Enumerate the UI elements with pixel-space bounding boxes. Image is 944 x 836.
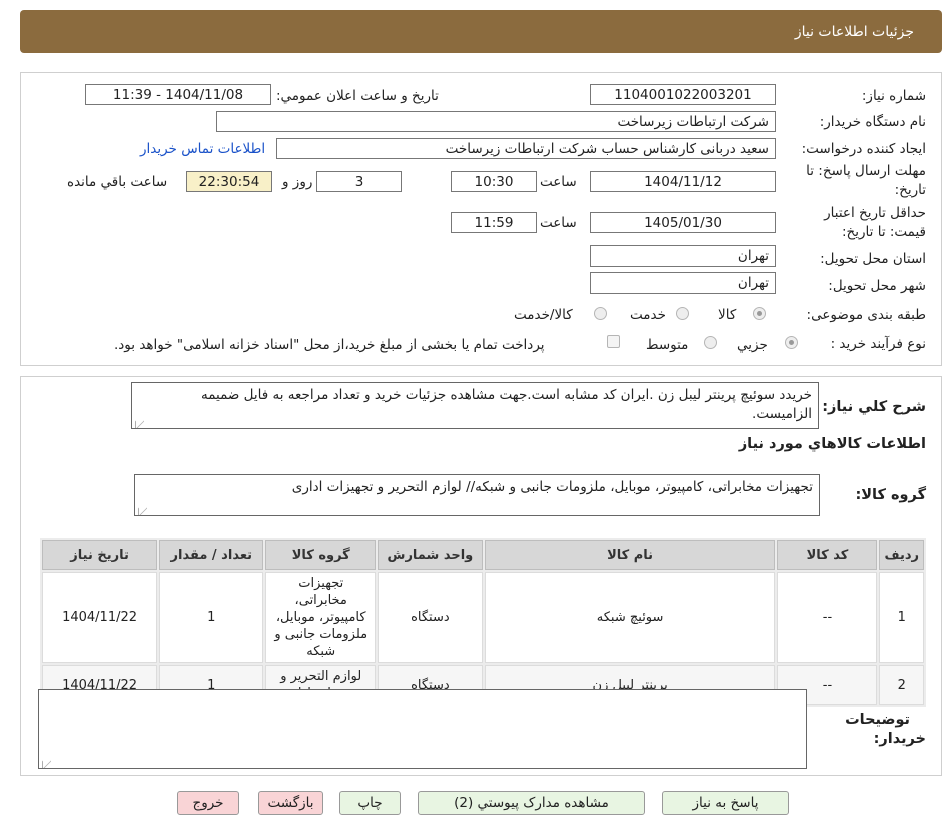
cell-qty: 1: [159, 572, 264, 663]
resize-grip-icon[interactable]: [42, 752, 51, 768]
page-header: جزئيات اطلاعات نياز: [20, 10, 942, 53]
process-radio-minor[interactable]: [785, 336, 798, 349]
col-date: تاريخ نياز: [42, 540, 158, 570]
description-label: شرح کلي نياز:: [822, 399, 926, 415]
cell-group: تجهيزات مخابراتی، کامپيوتر، موبايل، ملزو…: [265, 572, 377, 663]
description-text: خريدد سوئيچ پرينتر ليبل زن .ايران کد مشا…: [201, 387, 812, 422]
province-label: استان محل تحويل:: [820, 251, 926, 267]
goods-group-text: تجهيزات مخابراتی، کامپيوتر، موبايل، ملزو…: [291, 479, 813, 495]
cell-name: سوئيچ شبکه: [484, 572, 776, 663]
process-radio-medium[interactable]: [704, 336, 717, 349]
buyer-label: نام دستگاه خريدار:: [819, 114, 926, 130]
view-attachments-button[interactable]: مشاهده مدارک پيوستي (2): [418, 791, 645, 815]
table-row: 1 -- سوئيچ شبکه دستگاه تجهيزات مخابراتی،…: [42, 572, 924, 663]
creator-label: ايجاد کننده درخواست:: [801, 141, 926, 157]
cell-row: 2: [879, 665, 924, 705]
deadline-time-label: ساعت: [540, 174, 577, 190]
exit-button[interactable]: خروج: [177, 791, 239, 815]
deadline-time-field[interactable]: 10:30: [451, 171, 537, 192]
col-code: کد کالا: [777, 540, 878, 570]
category-option-goods: کالا: [718, 307, 737, 323]
process-option-minor: جزيي: [737, 337, 768, 353]
validity-label-date: قيمت: تا تاريخ:: [842, 224, 926, 240]
days-field[interactable]: 3: [316, 171, 402, 192]
cell-row: 1: [879, 572, 924, 663]
page-title: جزئيات اطلاعات نياز: [794, 24, 914, 40]
buyer-notes-label-2: خريدار:: [873, 731, 926, 747]
process-option-medium: متوسط: [646, 337, 689, 353]
cell-code: --: [777, 572, 878, 663]
city-label: شهر محل تحويل:: [828, 278, 926, 294]
goods-group-label: گروه کالا:: [855, 487, 926, 503]
process-label: نوع فرآيند خريد :: [830, 336, 926, 352]
resize-grip-icon[interactable]: [135, 412, 144, 428]
goods-section-title: اطلاعات کالاهاي مورد نياز: [738, 436, 926, 452]
col-group: گروه کالا: [265, 540, 377, 570]
deadline-label-date: تاريخ:: [894, 182, 926, 198]
category-radio-goods-service[interactable]: [594, 307, 607, 320]
description-textarea[interactable]: خريدد سوئيچ پرينتر ليبل زن .ايران کد مشا…: [131, 382, 819, 429]
items-table: رديف کد کالا نام کالا واحد شمارش گروه کا…: [40, 538, 926, 707]
col-unit: واحد شمارش: [378, 540, 483, 570]
cell-unit: دستگاه: [378, 572, 483, 663]
need-number-label: شماره نياز:: [861, 88, 926, 104]
validity-date-field[interactable]: 1405/01/30: [590, 212, 776, 233]
category-label: طبقه بندی موضوعی:: [806, 307, 926, 323]
col-qty: تعداد / مقدار: [159, 540, 264, 570]
treasury-payment-checkbox[interactable]: [607, 335, 620, 348]
remaining-time-label: ساعت باقي مانده: [67, 174, 168, 190]
creator-field[interactable]: سعيد دربانی کارشناس حساب شرکت ارتباطات ز…: [276, 138, 776, 159]
city-field[interactable]: تهران: [590, 272, 776, 294]
buyer-contact-link[interactable]: اطلاعات تماس خريدار: [140, 141, 265, 157]
province-field[interactable]: تهران: [590, 245, 776, 267]
deadline-label: مهلت ارسال پاسخ: تا: [806, 163, 926, 179]
validity-label: حداقل تاريخ اعتبار: [824, 205, 926, 221]
days-label: روز و: [282, 174, 313, 190]
deadline-date-field[interactable]: 1404/11/12: [590, 171, 776, 192]
reply-button[interactable]: پاسخ به نياز: [662, 791, 789, 815]
announce-label: تاريخ و ساعت اعلان عمومي:: [276, 88, 439, 104]
table-header-row: رديف کد کالا نام کالا واحد شمارش گروه کا…: [42, 540, 924, 570]
treasury-payment-note: پرداخت تمام يا بخشی از مبلغ خريد،از محل …: [114, 337, 545, 353]
announce-field[interactable]: 1404/11/08 - 11:39: [85, 84, 271, 105]
category-option-goods-service: کالا/خدمت: [514, 307, 573, 323]
category-option-service: خدمت: [630, 307, 666, 323]
cell-date: 1404/11/22: [42, 572, 158, 663]
goods-group-textarea[interactable]: تجهيزات مخابراتی، کامپيوتر، موبايل، ملزو…: [134, 474, 820, 516]
buyer-notes-textarea[interactable]: [38, 689, 807, 769]
col-row: رديف: [879, 540, 924, 570]
col-name: نام کالا: [484, 540, 776, 570]
category-radio-service[interactable]: [676, 307, 689, 320]
buyer-field[interactable]: شرکت ارتباطات زيرساخت: [216, 111, 776, 132]
resize-grip-icon[interactable]: [138, 499, 147, 515]
print-button[interactable]: چاپ: [339, 791, 401, 815]
back-button[interactable]: بازگشت: [258, 791, 323, 815]
category-radio-goods[interactable]: [753, 307, 766, 320]
validity-time-label: ساعت: [540, 215, 577, 231]
validity-time-field[interactable]: 11:59: [451, 212, 537, 233]
remaining-time-field: 22:30:54: [186, 171, 272, 192]
buyer-notes-label: توضيحات: [845, 712, 910, 728]
need-number-field[interactable]: 1104001022003201: [590, 84, 776, 105]
